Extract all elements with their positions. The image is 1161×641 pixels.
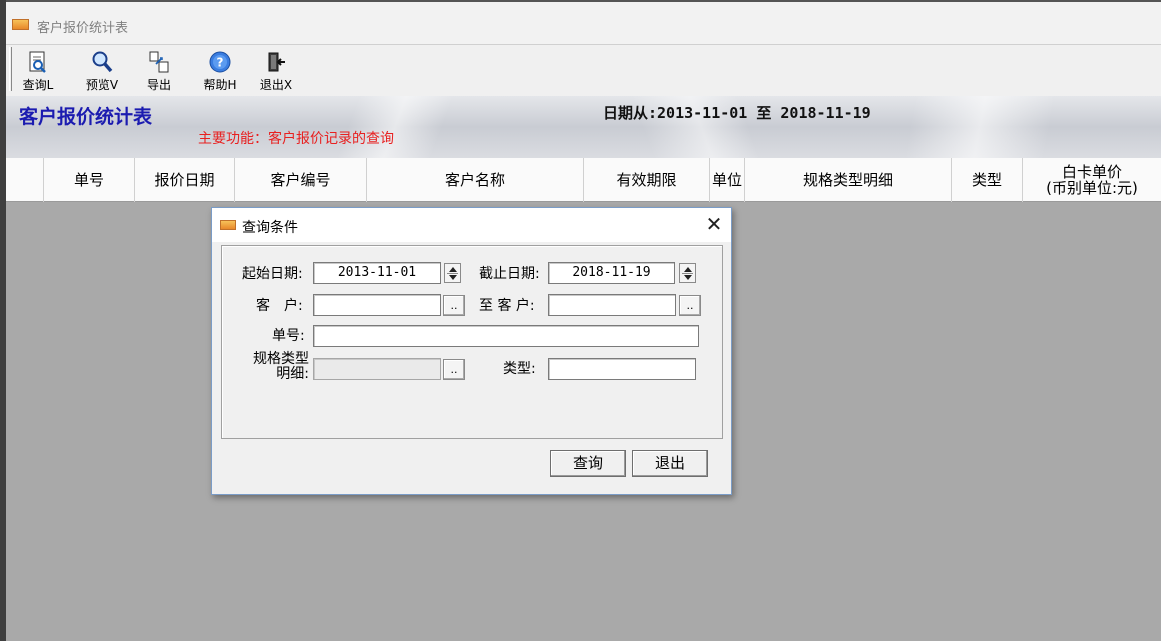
help-button[interactable]: ? 帮助H [199,47,241,93]
type-input[interactable] [548,358,696,380]
date-range-label: 日期从:2013-11-01 至 2018-11-19 [603,104,871,122]
end-date-label: 截止日期: [479,266,540,282]
column-header-quote-date[interactable]: 报价日期 [135,158,235,202]
end-date-spinner[interactable] [679,263,696,283]
dialog-title: 查询条件 [242,220,298,236]
start-date-label: 起始日期: [242,266,303,282]
column-header-spec-detail[interactable]: 规格类型明细 [745,158,952,202]
grid-header: 单号 报价日期 客户编号 客户名称 有效期限 单位 规格类型明细 类型 白卡单价… [6,158,1161,202]
export-button[interactable]: 导出 [142,47,176,93]
exit-button-label: 退出X [259,78,293,92]
column-header-type[interactable]: 类型 [952,158,1023,202]
type-label: 类型: [503,361,536,377]
export-icon [147,50,171,74]
preview-button-label: 预览V [85,78,119,92]
toolbar-grip[interactable] [9,47,12,91]
spec-detail-browse-button[interactable]: .. [443,359,465,380]
exit-button[interactable]: 退出X [257,47,295,93]
column-header-card-price[interactable]: 白卡单价 (币别单位:元) [1023,158,1161,202]
customer-to-input[interactable] [548,294,676,316]
row-indicator-header [6,158,44,202]
dialog-exit-button[interactable]: 退出 [632,450,708,477]
app-logo-icon [12,19,29,30]
criteria-panel: 起始日期: 2013-11-01 截止日期: 2018-11-19 客 户: .… [221,245,723,439]
report-title: 客户报价统计表 [19,106,153,128]
column-header-order-no[interactable]: 单号 [44,158,135,202]
column-header-unit[interactable]: 单位 [710,158,745,202]
start-date-field[interactable]: 2013-11-01 [313,262,441,284]
query-dialog: 查询条件 ✕ 起始日期: 2013-11-01 截止日期: 2018-11-19… [211,207,732,495]
close-icon[interactable]: ✕ [697,208,731,240]
spec-detail-input[interactable] [313,358,441,380]
exit-door-icon [264,50,288,74]
window-title: 客户报价统计表 [37,21,129,36]
start-date-spinner[interactable] [444,263,461,283]
svg-text:?: ? [217,56,224,70]
column-header-customer-code[interactable]: 客户编号 [235,158,367,202]
report-banner: 客户报价统计表 主要功能：客户报价记录的查询 日期从:2013-11-01 至 … [6,96,1161,158]
query-button[interactable]: 查询L [20,47,56,93]
query-doc-icon [26,50,50,74]
dialog-title-bar[interactable]: 查询条件 ✕ [212,208,731,242]
order-no-label: 单号: [272,328,305,344]
end-date-field[interactable]: 2018-11-19 [548,262,675,284]
export-button-label: 导出 [146,78,171,92]
spec-detail-label: 规格类型明细: [253,351,309,382]
column-header-customer-name[interactable]: 客户名称 [367,158,584,202]
toolbar: 查询L 预览V 导出 ? 帮助H 退出X [6,44,1161,96]
customer-label: 客 户: [256,298,303,314]
help-button-label: 帮助H [203,78,237,92]
order-no-input[interactable] [313,325,699,347]
title-bar: 客户报价统计表 [6,0,1161,44]
to-customer-label: 至 客 户: [479,298,535,314]
customer-from-input[interactable] [313,294,441,316]
query-button-label: 查询L [22,78,54,92]
help-icon: ? [208,50,232,74]
query-submit-button[interactable]: 查询 [550,450,626,477]
function-description: 主要功能：客户报价记录的查询 [198,131,394,147]
preview-button[interactable]: 预览V [82,47,122,93]
dialog-app-icon [220,220,236,230]
customer-to-browse-button[interactable]: .. [679,295,701,316]
customer-from-browse-button[interactable]: .. [443,295,465,316]
column-header-validity[interactable]: 有效期限 [584,158,710,202]
magnifier-icon [90,50,114,74]
